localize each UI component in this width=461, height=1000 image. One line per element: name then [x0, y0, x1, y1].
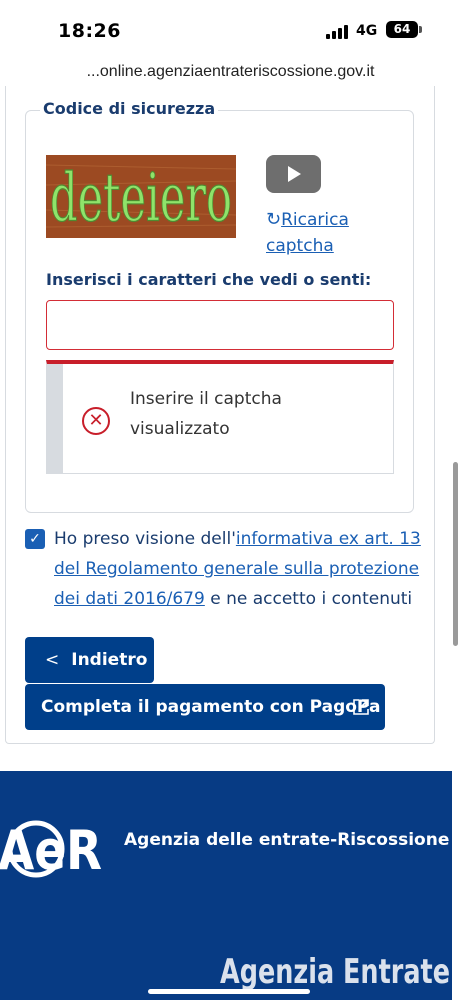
form-card: Codice di sicurezza deteiero ↻Ricarica c… — [5, 86, 435, 744]
status-time: 18:26 — [58, 20, 121, 42]
footer: AeR Agenzia delle entrate-Riscossione Ag… — [0, 771, 452, 1000]
consent-prefix: Ho preso visione dell' — [54, 529, 236, 549]
security-code-legend: Codice di sicurezza — [40, 99, 219, 118]
captcha-image: deteiero — [46, 155, 236, 238]
signal-icon — [326, 25, 348, 39]
agency-logo: AeR — [0, 819, 102, 881]
back-button[interactable]: < Indietro — [25, 637, 154, 683]
network-label: 4G — [356, 23, 378, 39]
alert-side-bar — [47, 364, 63, 474]
reload-captcha-link[interactable]: ↻Ricarica captcha — [266, 207, 386, 259]
play-audio-button[interactable] — [266, 155, 321, 193]
back-button-label: Indietro — [71, 650, 148, 670]
agenzia-entrate-logo-text: Agenzia Entrate — [220, 952, 450, 992]
consent-suffix: e ne accetto i contenuti — [204, 589, 413, 609]
error-x-icon: ✕ — [82, 407, 110, 435]
status-bar: 18:26 4G 64 — [0, 0, 461, 60]
error-message: Inserire il captcha visualizzato — [130, 389, 282, 439]
security-code-section: Codice di sicurezza deteiero ↻Ricarica c… — [25, 99, 414, 513]
page: 18:26 4G 64 ...online.agenziaentraterisc… — [0, 0, 461, 1000]
page-scrollbar[interactable] — [453, 462, 458, 646]
consent-text: Ho preso visione dell'informativa ex art… — [54, 524, 424, 614]
captcha-input[interactable] — [46, 300, 394, 350]
refresh-icon: ↻ — [266, 209, 282, 230]
pay-button-label: Completa il pagamento con PagoPa — [41, 697, 381, 717]
captcha-input-label: Inserisci i caratteri che vedi o senti: — [46, 270, 372, 289]
battery-icon: 64 — [386, 21, 422, 38]
home-indicator[interactable] — [148, 989, 310, 994]
agency-logo-text: AeR — [0, 819, 102, 881]
consent-checkbox[interactable]: ✓ — [25, 529, 45, 549]
external-link-icon — [353, 699, 369, 715]
pay-with-pagopa-button[interactable]: Completa il pagamento con PagoPa — [25, 684, 385, 730]
chevron-left-icon: < — [45, 650, 60, 670]
error-alert: ✕ Inserire il captcha visualizzato — [46, 360, 394, 474]
footer-title: Agenzia delle entrate-Riscossione — [124, 830, 450, 850]
captcha-text: deteiero — [50, 159, 232, 237]
